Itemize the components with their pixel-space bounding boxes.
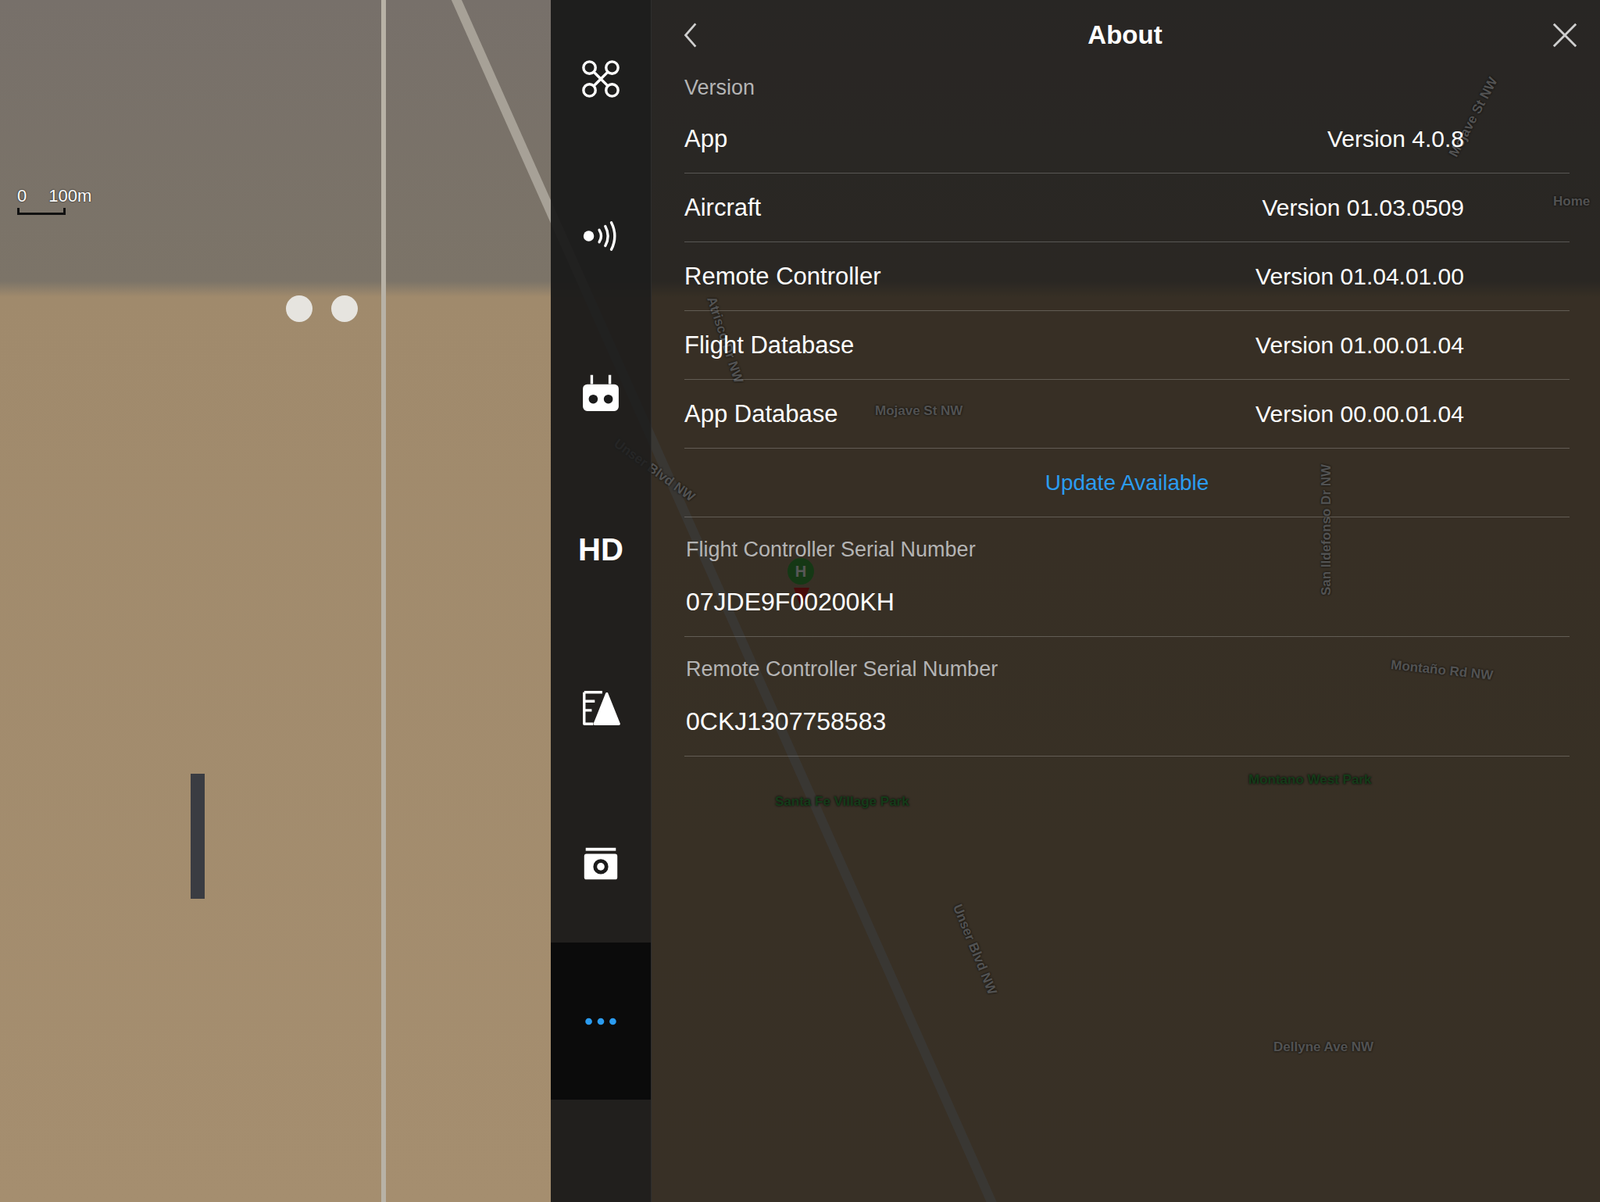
row-label: Flight Database [684, 331, 854, 360]
version-row: Aircraft Version 01.03.0509 [684, 173, 1570, 243]
map-overlay-icon [579, 685, 622, 729]
sidebar-item[interactable]: HD [550, 471, 651, 629]
signal-icon [579, 214, 622, 258]
sidebar-item[interactable] [550, 157, 651, 315]
sidebar-item[interactable] [550, 628, 651, 786]
serial-block: Remote Controller Serial Number 0CKJ13077… [684, 636, 1570, 757]
serial-value[interactable]: 07JDE9F00200KH [685, 585, 1570, 618]
row-value: Version 00.00.01.04 [1255, 400, 1465, 428]
sidebar-item[interactable] [550, 0, 651, 158]
sidebar-item[interactable] [550, 785, 651, 943]
close-icon[interactable] [1551, 21, 1579, 49]
map-tank [285, 295, 313, 322]
row-label: Aircraft [684, 193, 761, 222]
sidebar-item[interactable] [550, 314, 651, 472]
camera-icon [579, 842, 622, 886]
map-visible-area [0, 0, 551, 1202]
row-value: Version 01.03.0509 [1261, 194, 1465, 222]
back-arrow-icon[interactable] [681, 20, 699, 50]
about-panel: AboutVersionAppVersion 4.0.8AircraftVers… [651, 0, 1600, 1202]
map-tank [331, 295, 358, 322]
map-runway [190, 773, 205, 899]
aircraft-icon [579, 57, 622, 100]
version-row: App Database Version 00.00.01.04 [684, 379, 1570, 449]
serial-label: Flight Controller Serial Number [685, 535, 1570, 563]
serial-value[interactable]: 0CKJ1307758583 [685, 705, 1570, 737]
section-label: Version [684, 70, 1570, 105]
row-value: Version 01.04.01.00 [1255, 263, 1465, 290]
map-scale: 0 100m [17, 185, 92, 215]
row-label: App [684, 125, 728, 154]
map-road [381, 0, 386, 1202]
update-row: Update Available [684, 448, 1570, 518]
row-value: Version 4.0.8 [1327, 125, 1465, 153]
scale-start: 0 [17, 185, 27, 207]
panel-header: About [651, 0, 1600, 71]
version-row: Remote Controller Version 01.04.01.00 [684, 242, 1570, 311]
hd-label: HD [578, 532, 624, 568]
panel-title: About [698, 20, 1552, 50]
update-link[interactable]: Update Available [1045, 470, 1210, 496]
app-screen: Mojave St NWHomeAtrisco Dr NWMojave St N… [0, 0, 1600, 1202]
settings-sidebar: HD [550, 0, 652, 1202]
row-value: Version 01.00.01.04 [1255, 332, 1465, 359]
serial-label: Remote Controller Serial Number [685, 655, 1570, 683]
version-row: App Version 4.0.8 [684, 104, 1570, 174]
scale-end: 100m [48, 185, 92, 207]
remote-controller-icon [579, 371, 622, 415]
scale-bar [17, 207, 66, 215]
version-row: Flight Database Version 01.00.01.04 [684, 310, 1570, 380]
row-label: Remote Controller [684, 262, 882, 291]
row-label: App Database [684, 400, 838, 429]
more-icon [579, 1000, 622, 1043]
panel-body: Version App Version 4.0.8 Aircraft Version 0… [651, 70, 1600, 757]
serial-block: Flight Controller Serial Number 07JDE9F00… [684, 517, 1570, 637]
sidebar-item[interactable] [550, 942, 651, 1100]
